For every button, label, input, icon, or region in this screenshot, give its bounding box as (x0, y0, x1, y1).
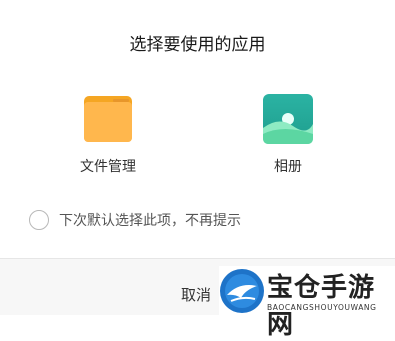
remember-radio[interactable] (29, 210, 49, 230)
gallery-icon (263, 94, 313, 144)
remember-label: 下次默认选择此项，不再提示 (59, 213, 241, 229)
app-option-gallery[interactable]: 相册 (233, 94, 343, 176)
app-label-files: 文件管理 (80, 159, 136, 175)
dialog-title: 选择要使用的应用 (129, 35, 266, 55)
app-option-files[interactable]: 文件管理 (53, 94, 163, 176)
watermark-subtitle: BAOCANGSHOUYOUWANG (267, 303, 377, 312)
watermark-logo-icon (220, 269, 264, 313)
app-label-gallery: 相册 (274, 159, 302, 175)
cancel-button[interactable]: 取消 (181, 284, 211, 305)
watermark: 宝仓手游网 BAOCANGSHOUYOUWANG (219, 266, 395, 340)
remember-choice-option[interactable]: 下次默认选择此项，不再提示 (29, 207, 241, 233)
folder-icon (84, 96, 132, 142)
